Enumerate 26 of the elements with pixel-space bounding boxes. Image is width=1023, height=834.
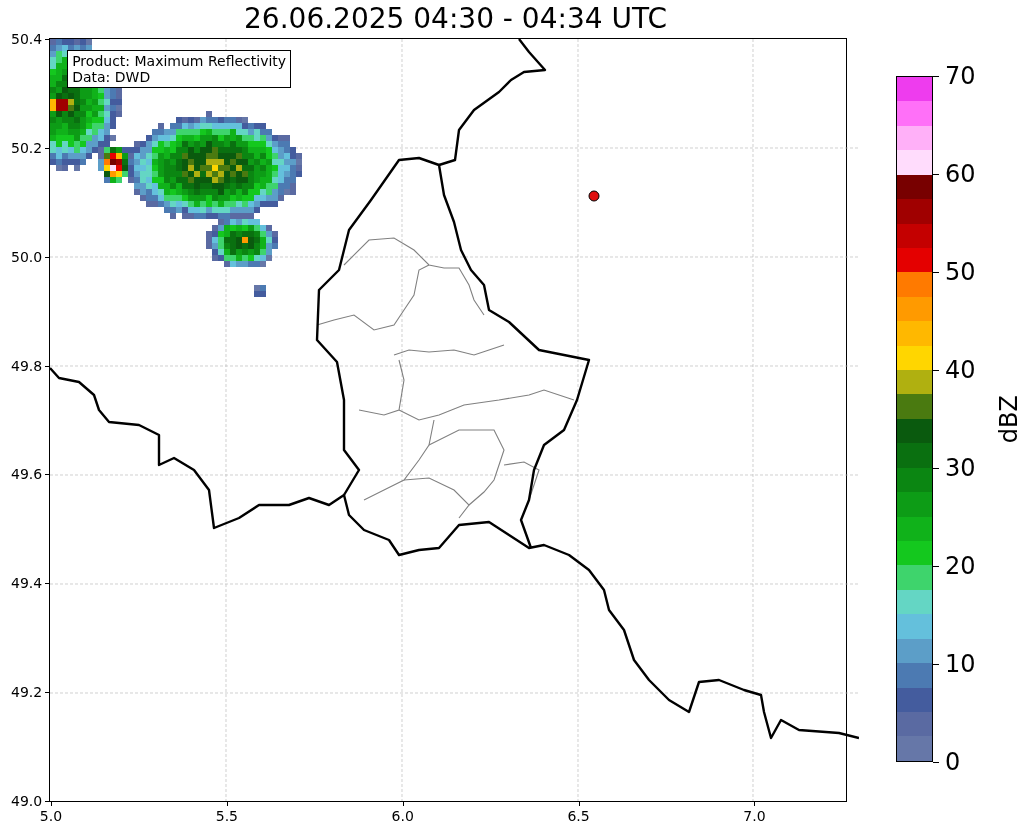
colorbar-label: dBZ xyxy=(995,394,1023,444)
axis-tick-label: 50.2 xyxy=(11,139,43,157)
tick-label: 70 xyxy=(945,62,976,90)
tick-label: 30 xyxy=(945,454,976,482)
axis-tick-label: 49.6 xyxy=(11,465,43,483)
axis-tick-label: 7.0 xyxy=(743,808,766,825)
tick-label: 50 xyxy=(945,258,976,286)
location-marker xyxy=(588,190,600,202)
tick-label: 0 xyxy=(945,748,961,776)
axis-tick-label: 6.0 xyxy=(391,808,414,825)
tick-label: 10 xyxy=(945,650,976,678)
axis-tick-label: 5.0 xyxy=(39,808,63,825)
axis-tick-label: 50.4 xyxy=(11,30,43,48)
info-text: Data: DWD xyxy=(72,69,152,85)
tick-label: 60 xyxy=(945,160,976,188)
axis-tick-label: 50.0 xyxy=(11,248,43,266)
axis-tick-label: 6.5 xyxy=(567,808,590,825)
axis-tick-label: 5.5 xyxy=(215,808,238,825)
tick-label: 40 xyxy=(945,356,976,384)
axis-tick-label: 49.8 xyxy=(11,357,43,375)
info-text: Product: Maximum Reflectivity xyxy=(72,53,287,69)
tick-label: 20 xyxy=(945,552,976,580)
axis-tick-label: 49.4 xyxy=(11,574,43,592)
axis-tick-label: 49.0 xyxy=(11,792,43,810)
axis-tick-label: 49.2 xyxy=(11,683,43,701)
chart-title: 26.06.2025 04:30 - 04:34 UTC xyxy=(243,1,668,37)
